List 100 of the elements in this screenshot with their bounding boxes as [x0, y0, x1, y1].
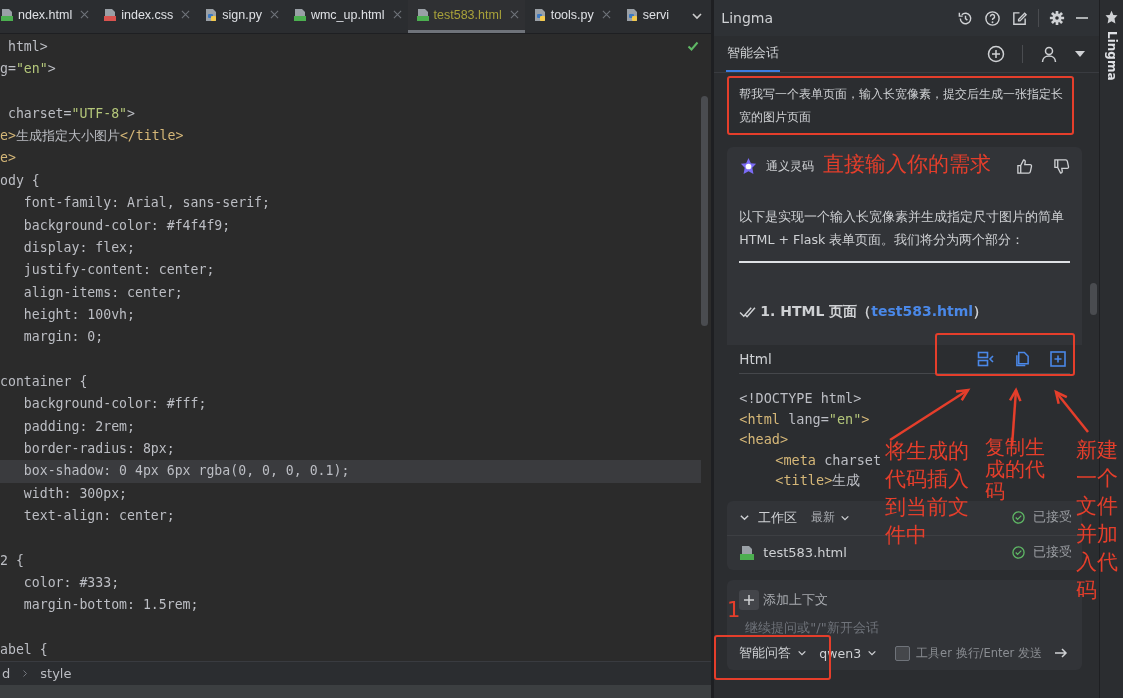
code-line: width: 300px; [22, 485, 128, 501]
annotation-text: 复制生成的代码 [985, 436, 1046, 502]
close-icon[interactable] [269, 10, 279, 20]
code-line: justify-content: center; [22, 262, 215, 278]
file-tab[interactable]: wmc_up.html [284, 0, 408, 33]
checkbox[interactable] [895, 645, 911, 661]
user-icon[interactable] [1040, 45, 1058, 63]
scrollbar[interactable] [701, 95, 709, 326]
thumbs-down-icon[interactable] [1053, 157, 1070, 175]
code-line: html> [6, 38, 48, 54]
file-tab[interactable]: ndex.html [0, 0, 96, 33]
user-message: 帮我写一个表单页面，输入长宽像素，提交后生成一张指定长宽的图片页面 [738, 85, 1065, 126]
scrollbar[interactable] [1090, 283, 1097, 315]
code-line: e>生成指定大小图片</title> [0, 128, 184, 144]
code-line: padding: 2rem; [22, 418, 135, 434]
html-file-icon [0, 7, 14, 22]
code-line: text-align: center; [22, 507, 175, 523]
file-tab[interactable]: servi [616, 0, 676, 33]
close-icon[interactable] [509, 10, 519, 20]
panel-title: Lingma [721, 10, 774, 26]
chat-tab[interactable]: 智能会话 [726, 36, 781, 72]
section-heading: 1. HTML 页面（test583.html） [760, 303, 988, 321]
code-line: background-color: #f4f4f9; [22, 217, 231, 233]
code-line: e> [0, 150, 16, 166]
code-line: margin-bottom: 1.5rem; [22, 597, 199, 613]
annotation-text: 直接输入你的需求 [823, 151, 992, 178]
workspace-label: 工作区 [758, 508, 798, 527]
assistant-name: 通义灵码 [766, 157, 815, 175]
code-line: align-items: center; [22, 284, 183, 300]
python-file-icon [532, 7, 547, 22]
css-file-icon [103, 7, 118, 22]
chevron-down-icon[interactable] [739, 512, 751, 523]
html-file-icon [292, 7, 307, 22]
code-line: abel { [0, 642, 48, 658]
file-name[interactable]: test583.html [763, 545, 847, 560]
status-text: 已接受 [1033, 544, 1072, 561]
code-line: background-color: #fff; [22, 396, 207, 412]
file-tab[interactable]: test583.html [407, 0, 525, 33]
add-context-button[interactable] [739, 589, 760, 610]
file-tab[interactable]: tools.py [524, 0, 617, 33]
breadcrumb-item[interactable]: d [0, 666, 13, 682]
code-line: color: #333; [22, 575, 120, 590]
annotation-arrow [1054, 389, 1089, 433]
check-icon [687, 39, 700, 52]
side-tab-label[interactable]: Lingma [1104, 31, 1119, 81]
close-icon[interactable] [392, 10, 402, 20]
code-language: Html [739, 351, 772, 367]
chevron-down-icon [867, 648, 878, 658]
code-line: <head> [739, 431, 789, 447]
copy-icon[interactable] [1015, 351, 1030, 367]
code-line: ody { [0, 172, 40, 188]
caret-down-icon[interactable] [1075, 51, 1085, 57]
code-line: height: 100vh; [22, 306, 135, 322]
code-line: 2 { [0, 552, 24, 568]
code-line: <title>生成 [775, 472, 861, 488]
message-field[interactable]: 继续提问或"/"新开会话 [739, 615, 1072, 639]
code-line: display: flex; [22, 239, 135, 255]
mode-dropdown[interactable]: 智能问答 [739, 644, 808, 662]
code-line: g="en"> [0, 61, 56, 77]
check-circle-icon [1012, 546, 1025, 559]
status-text: 已接受 [1033, 509, 1072, 526]
send-hint: 工具er 换行/Enter 发送 [916, 645, 1042, 661]
star-logo-icon[interactable] [1104, 10, 1119, 25]
edit-icon[interactable] [1011, 9, 1028, 27]
add-icon[interactable] [987, 45, 1005, 63]
chevron-right-icon [22, 669, 29, 679]
close-icon[interactable] [601, 10, 611, 20]
html-file-icon [415, 7, 430, 22]
file-link[interactable]: test583.html [871, 303, 974, 319]
check-circle-icon [1012, 511, 1025, 524]
add-context-label[interactable]: 添加上下文 [763, 590, 829, 609]
python-file-icon [204, 7, 219, 22]
code-line: <meta charset [775, 451, 882, 468]
chevron-down-icon [797, 648, 808, 658]
annotation-text: 1 [727, 597, 742, 624]
settings-icon[interactable] [1049, 10, 1065, 26]
file-tab[interactable]: index.css [95, 0, 197, 33]
python-file-icon [624, 7, 639, 22]
file-tab[interactable]: sign.py [196, 0, 285, 33]
filter-dropdown[interactable]: 最新 [811, 509, 851, 526]
code-line: margin: 0; [22, 329, 104, 345]
close-icon[interactable] [80, 10, 90, 20]
insert-code-icon[interactable] [977, 351, 995, 367]
code-line: <html lang="en"> [739, 410, 870, 427]
code-line: container { [0, 373, 88, 389]
thumbs-up-icon[interactable] [1016, 157, 1033, 175]
help-icon[interactable] [984, 9, 1001, 27]
html-file-icon [739, 544, 756, 561]
send-arrow-icon[interactable] [1053, 647, 1068, 659]
new-file-icon[interactable] [1050, 351, 1066, 367]
reply-text: 以下是实现一个输入长宽像素并生成指定尺寸图片的简单 HTML + Flask 表单页面。我们将分为两个部分： [739, 208, 1066, 249]
code-line: charset="UTF-8"> [6, 105, 135, 121]
annotation-text: 将生成的代码插入到当前文件中 [885, 438, 970, 549]
double-check-icon [739, 305, 757, 319]
close-icon[interactable] [181, 10, 191, 20]
plus-icon [743, 593, 756, 606]
code-line: box-shadow: 0 4px 6px rgba(0, 0, 0, 0.1); [22, 463, 350, 479]
breadcrumb-item[interactable]: style [38, 666, 74, 682]
code-line: <!DOCTYPE html> [739, 390, 862, 406]
code-line: font-family: Arial, sans-serif; [22, 195, 270, 211]
